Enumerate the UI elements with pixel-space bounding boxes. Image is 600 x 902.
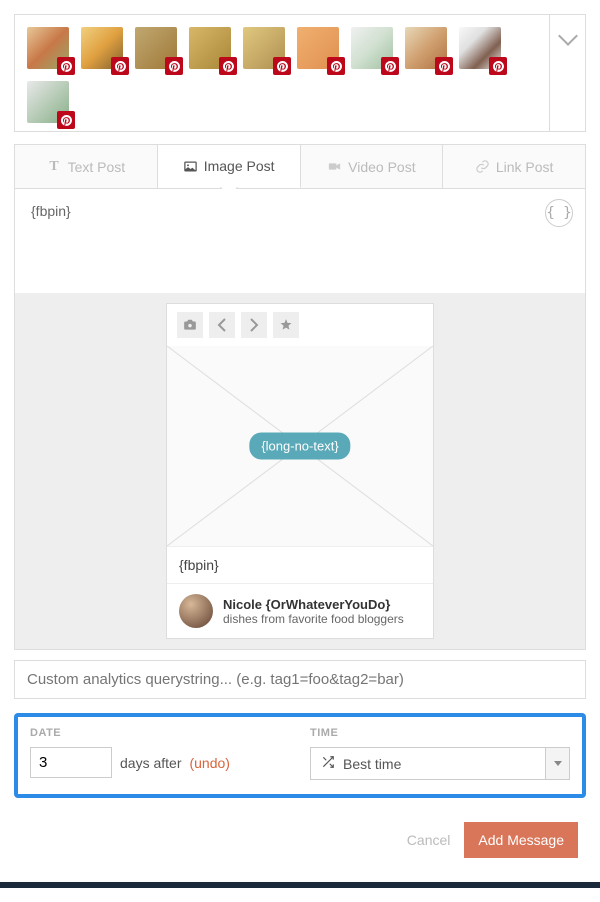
thumbnail-item[interactable] [81,27,123,69]
preview-image-placeholder: {long-no-text} [167,346,433,546]
preview-author-row: Nicole {OrWhateverYouDo} dishes from fav… [167,583,433,638]
next-image-button[interactable] [241,312,267,338]
video-icon [327,159,342,174]
thumbnail-item[interactable] [351,27,393,69]
schedule-panel: DATE days after (undo) TIME Best time [14,713,586,798]
author-name: Nicole {OrWhateverYouDo} [223,597,404,612]
pinterest-icon [219,57,237,75]
tab-link-post[interactable]: Link Post [443,145,585,188]
time-select[interactable]: Best time [310,747,570,780]
link-icon [475,159,490,174]
time-dropdown-caret[interactable] [545,748,569,779]
post-type-tabs: T Text Post Image Post Video Post Link P… [14,144,586,188]
tab-label: Link Post [496,159,554,175]
camera-button[interactable] [177,312,203,338]
analytics-querystring-input[interactable] [14,660,586,699]
shuffle-icon [321,755,335,772]
pinterest-icon [489,57,507,75]
thumbnail-item[interactable] [27,27,69,69]
tab-video-post[interactable]: Video Post [301,145,444,188]
tab-label: Video Post [348,159,415,175]
preview-caption: {fbpin} [167,546,433,583]
add-message-button[interactable]: Add Message [464,822,578,858]
avatar [179,594,213,628]
pinterest-icon [381,57,399,75]
thumbnail-item[interactable] [297,27,339,69]
tab-image-post[interactable]: Image Post [158,145,301,188]
editor-content: {fbpin} [31,203,71,219]
thumbnail-item[interactable] [243,27,285,69]
image-icon [183,159,198,174]
tab-text-post[interactable]: T Text Post [15,145,158,188]
tab-label: Text Post [68,159,126,175]
thumbnail-item[interactable] [459,27,501,69]
chevron-down-icon [558,26,578,46]
time-label: TIME [310,727,570,739]
date-label: DATE [30,727,290,739]
post-text-editor[interactable]: {fbpin} { } [15,189,585,293]
footer-actions: Cancel Add Message [14,798,586,868]
prev-image-button[interactable] [209,312,235,338]
editor-panel: {fbpin} { } {long-no-text} {fbpin} [14,188,586,650]
thumbnail-item[interactable] [135,27,177,69]
thumbnail-item[interactable] [189,27,231,69]
placeholder-badge: {long-no-text} [249,433,350,460]
days-after-text: days after [120,755,181,771]
thumbnail-item[interactable] [27,81,69,123]
text-icon: T [47,159,62,174]
preview-card: {long-no-text} {fbpin} Nicole {OrWhateve… [166,303,434,639]
preview-area: {long-no-text} {fbpin} Nicole {OrWhateve… [15,293,585,649]
bottom-bar [0,882,600,888]
pinterest-icon [57,57,75,75]
time-value: Best time [343,756,401,772]
pinterest-icon [273,57,291,75]
pinterest-icon [435,57,453,75]
thumbnail-panel [14,14,586,132]
preview-toolbar [167,304,433,346]
tab-label: Image Post [204,158,275,174]
pinterest-icon [111,57,129,75]
thumbnail-item[interactable] [405,27,447,69]
thumbnail-grid [15,15,549,131]
undo-link[interactable]: (undo) [189,755,229,771]
cancel-button[interactable]: Cancel [407,832,451,848]
insert-variable-button[interactable]: { } [545,199,573,227]
pinterest-icon [165,57,183,75]
author-subtitle: dishes from favorite food bloggers [223,612,404,626]
pinterest-icon [57,111,75,129]
favorite-button[interactable] [273,312,299,338]
expand-thumbnails-button[interactable] [549,15,585,131]
days-after-input[interactable] [30,747,112,778]
pinterest-icon [327,57,345,75]
